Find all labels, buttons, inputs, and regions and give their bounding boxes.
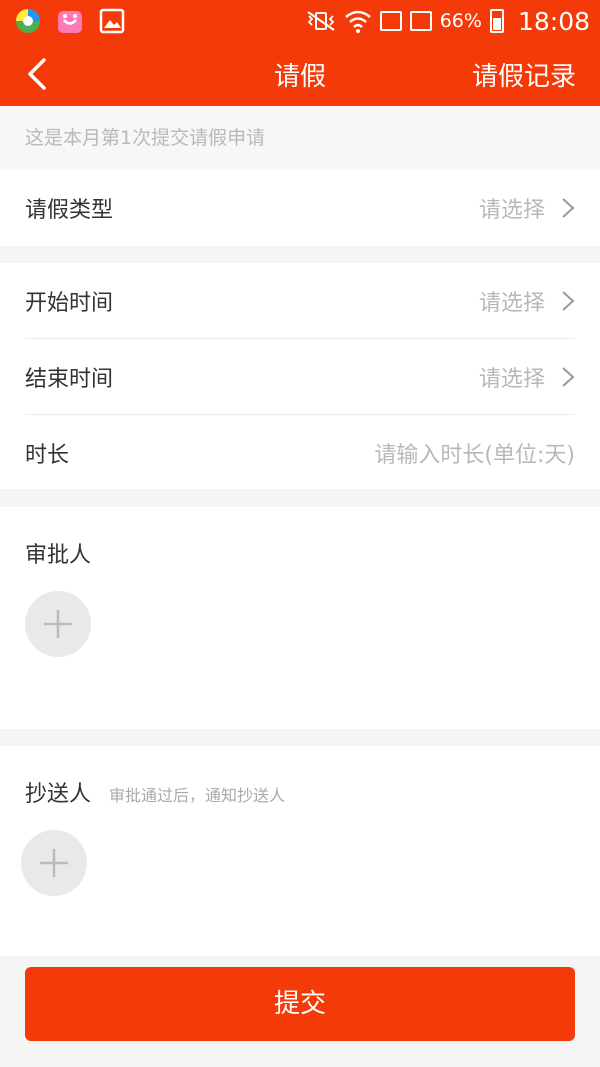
chevron-right-icon — [562, 291, 575, 311]
start-time-label: 开始时间 — [25, 291, 114, 316]
leave-type-row[interactable]: 请假类型 请选择 — [0, 170, 600, 246]
approver-label: 审批人 — [25, 543, 92, 568]
duration-row: 时长 请输入时长(单位:天) — [0, 415, 600, 491]
sim1-signal-icon — [379, 11, 402, 31]
duration-label: 时长 — [25, 443, 70, 468]
add-approver-button[interactable] — [25, 591, 91, 657]
end-time-value: 请选择 — [478, 367, 545, 392]
leave-type-value: 请选择 — [478, 198, 545, 223]
vibrate-mute-icon — [307, 11, 335, 31]
cc-hint: 审批通过后，通知抄送人 — [109, 786, 286, 805]
cc-label: 抄送人 — [25, 782, 92, 807]
duration-input[interactable]: 请输入时长(单位:天) — [374, 437, 575, 469]
battery-percent: 66% — [439, 10, 482, 32]
cc-header: 抄送人 审批通过后，通知抄送人 — [25, 776, 285, 808]
sim2-signal-icon — [409, 11, 432, 31]
end-time-label: 结束时间 — [25, 367, 114, 392]
wifi-icon — [344, 10, 371, 33]
chevron-right-icon — [562, 367, 575, 387]
approver-card: 审批人 — [0, 507, 600, 729]
leave-count-notice: 这是本月第1次提交请假申请 — [0, 106, 600, 170]
cc-card: 抄送人 审批通过后，通知抄送人 — [0, 746, 600, 956]
clock: 18:08 — [517, 6, 590, 36]
end-time-row[interactable]: 结束时间 请选择 — [0, 339, 600, 415]
plus-icon — [40, 849, 68, 877]
time-card: 开始时间 请选择 结束时间 请选择 时长 请输入时长(单位:天) — [0, 263, 600, 489]
start-time-row[interactable]: 开始时间 请选择 — [0, 263, 600, 339]
add-cc-button[interactable] — [21, 830, 87, 896]
chevron-right-icon — [562, 198, 575, 218]
battery-icon — [489, 9, 504, 33]
shopping-bag-icon — [58, 11, 82, 33]
status-bar: 66% 18:08 — [0, 0, 600, 42]
leave-type-card: 请假类型 请选择 — [0, 170, 600, 246]
leave-records-link[interactable]: 请假记录 — [472, 56, 576, 93]
submit-button[interactable]: 提交 — [25, 967, 575, 1041]
plus-icon — [44, 610, 72, 638]
start-time-value: 请选择 — [478, 291, 545, 316]
navigation-bar: 请假 请假记录 — [0, 42, 600, 106]
leave-type-label: 请假类型 — [25, 198, 114, 223]
app-logo-icon — [16, 9, 40, 33]
gallery-icon — [99, 8, 125, 34]
